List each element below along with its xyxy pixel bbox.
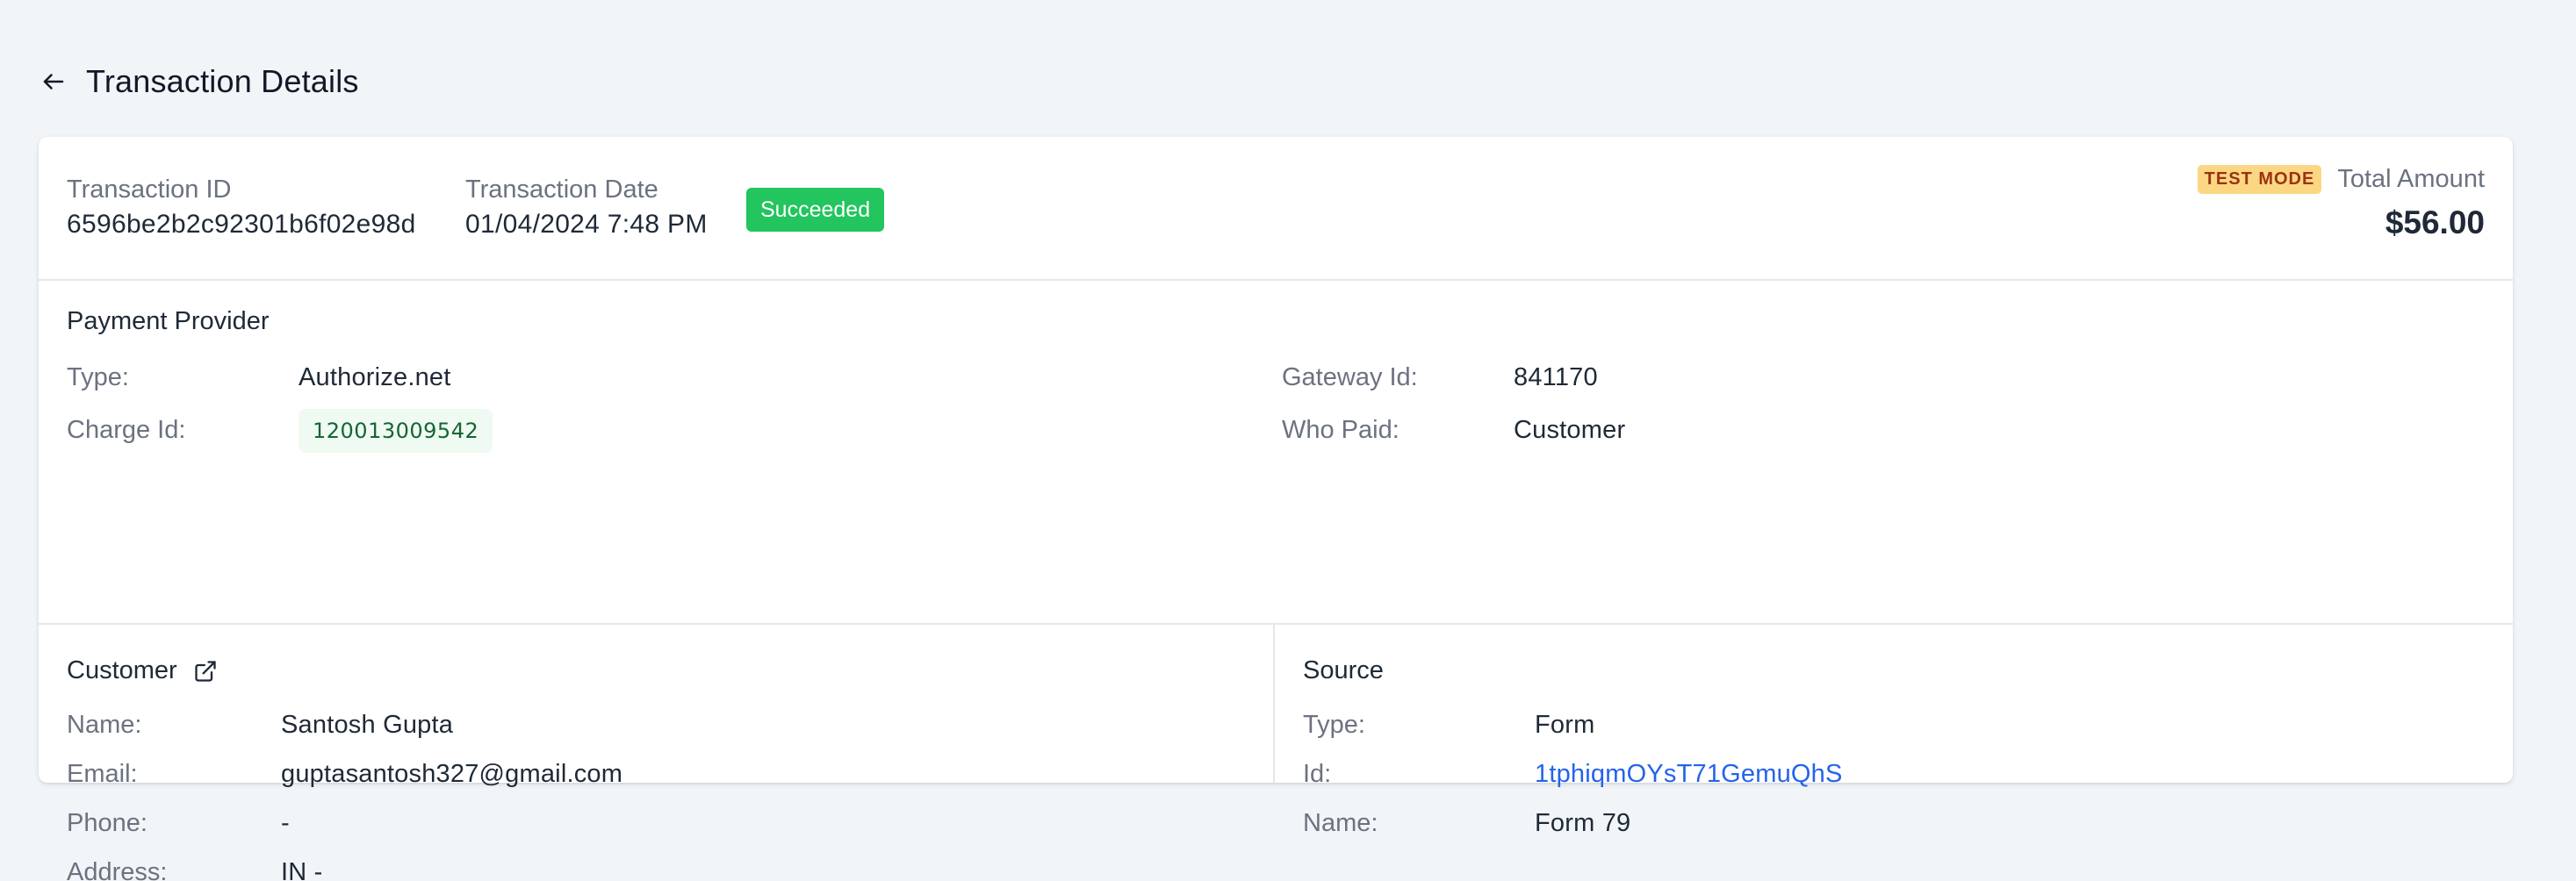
source-heading: Source (1303, 656, 1384, 684)
who-paid-value: Customer (1514, 416, 1626, 444)
transaction-summary: Transaction ID 6596be2b2c92301b6f02e98d … (39, 137, 2513, 281)
payment-provider-section: Payment Provider Type: Authorize.net Cha… (39, 281, 2513, 623)
transaction-date-value: 01/04/2024 7:48 PM (465, 210, 708, 239)
customer-name-value: Santosh Gupta (281, 711, 454, 739)
source-id-link[interactable]: 1tphiqmOYsT71GemuQhS (1535, 760, 1843, 789)
customer-address-value: IN - (281, 858, 323, 881)
source-name-label: Name: (1303, 809, 1378, 837)
customer-email-label: Email: (67, 760, 138, 788)
transaction-date-field: Transaction Date 01/04/2024 7:48 PM (465, 175, 708, 240)
customer-heading-label: Customer (67, 656, 177, 684)
transaction-date-label: Transaction Date (465, 175, 658, 204)
total-amount-block: TEST MODE Total Amount $56.00 (2197, 165, 2485, 241)
external-link-icon[interactable] (193, 659, 218, 684)
provider-type-value: Authorize.net (299, 363, 451, 391)
source-name-value: Form 79 (1535, 809, 1631, 837)
column-divider (1273, 625, 1275, 783)
transaction-id-field: Transaction ID 6596be2b2c92301b6f02e98d (67, 175, 416, 240)
charge-id-value: 120013009542 (299, 409, 493, 453)
page-title: Transaction Details (86, 63, 359, 99)
transaction-card: Transaction ID 6596be2b2c92301b6f02e98d … (39, 137, 2513, 881)
customer-address-label: Address: (67, 858, 168, 881)
arrow-left-icon (43, 74, 64, 90)
who-paid-label: Who Paid: (1282, 416, 1400, 444)
customer-phone-label: Phone: (67, 809, 148, 837)
transaction-id-label: Transaction ID (67, 175, 232, 204)
customer-heading: Customer (67, 656, 218, 685)
provider-type-label: Type: (67, 363, 129, 391)
test-mode-badge: TEST MODE (2197, 165, 2322, 194)
source-type-value: Form (1535, 711, 1595, 739)
total-amount-value: $56.00 (2385, 204, 2485, 240)
gateway-id-value: 841170 (1514, 363, 1598, 391)
customer-phone-value: - (281, 809, 290, 837)
payment-provider-heading: Payment Provider (67, 307, 270, 335)
customer-name-label: Name: (67, 711, 142, 739)
customer-email-value: guptasantosh327@gmail.com (281, 760, 623, 788)
source-id-label: Id: (1303, 760, 1332, 788)
gateway-id-label: Gateway Id: (1282, 363, 1418, 391)
page-header: Transaction Details (39, 63, 359, 100)
total-amount-label: Total Amount (2337, 165, 2485, 193)
source-type-label: Type: (1303, 711, 1365, 739)
charge-id-label: Charge Id: (67, 416, 186, 444)
transaction-details-page: Transaction Details Transaction ID 6596b… (0, 0, 2576, 881)
details-bottom: Customer Name: Santosh Gupta Email: gupt… (39, 625, 2513, 881)
back-button[interactable] (39, 67, 68, 97)
status-badge: Succeeded (746, 188, 885, 232)
transaction-id-value: 6596be2b2c92301b6f02e98d (67, 210, 416, 239)
